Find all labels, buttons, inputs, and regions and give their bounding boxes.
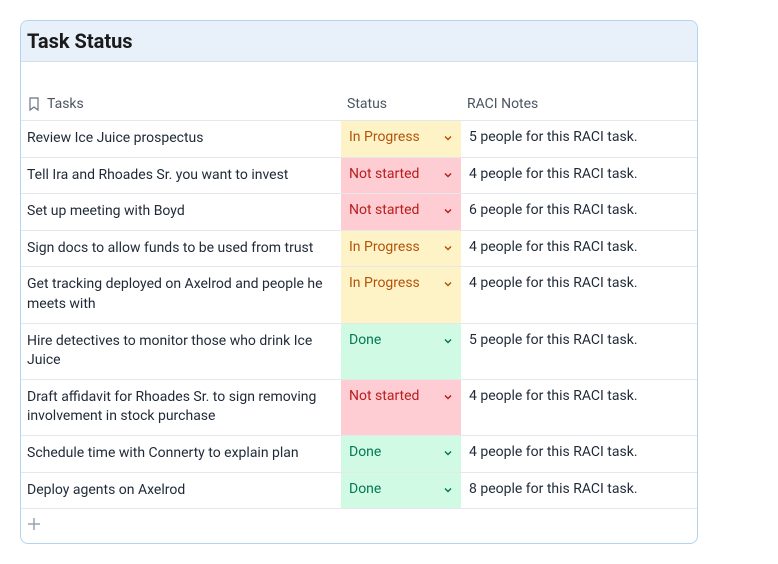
chevron-down-icon: [443, 392, 453, 402]
status-label: In Progress: [349, 239, 420, 255]
chevron-down-icon: [443, 243, 453, 253]
chevron-down-icon: [443, 133, 453, 143]
status-label: Not started: [349, 388, 419, 404]
table-row: Hire detectives to monitor those who dri…: [21, 324, 697, 380]
task-name-cell[interactable]: Tell Ira and Rhoades Sr. you want to inv…: [21, 158, 341, 194]
raci-notes-cell[interactable]: 6 people for this RACI task.: [461, 194, 697, 230]
table-row: Schedule time with Connerty to explain p…: [21, 436, 697, 473]
status-label: In Progress: [349, 275, 420, 291]
task-name-cell[interactable]: Sign docs to allow funds to be used from…: [21, 231, 341, 267]
status-cell[interactable]: In Progress: [341, 121, 461, 157]
raci-notes-cell[interactable]: 4 people for this RACI task.: [461, 231, 697, 267]
status-cell[interactable]: Not started: [341, 194, 461, 230]
chevron-down-icon: [443, 336, 453, 346]
task-name-cell[interactable]: Draft affidavit for Rhoades Sr. to sign …: [21, 380, 341, 435]
column-header-tasks: Tasks: [27, 96, 347, 112]
table-row: Tell Ira and Rhoades Sr. you want to inv…: [21, 158, 697, 195]
raci-notes-cell[interactable]: 4 people for this RACI task.: [461, 380, 697, 435]
table-header-row: Tasks Status RACI Notes: [21, 86, 697, 121]
raci-notes-cell[interactable]: 5 people for this RACI task.: [461, 121, 697, 157]
table-row: Draft affidavit for Rhoades Sr. to sign …: [21, 380, 697, 436]
status-label: Not started: [349, 166, 419, 182]
status-label: Done: [349, 481, 381, 497]
task-name-cell[interactable]: Deploy agents on Axelrod: [21, 473, 341, 509]
table-row: Sign docs to allow funds to be used from…: [21, 231, 697, 268]
task-name-cell[interactable]: Hire detectives to monitor those who dri…: [21, 324, 341, 379]
bookmark-icon: [27, 96, 41, 112]
task-status-widget: Task Status Tasks Status RACI Notes Revi…: [20, 20, 698, 544]
status-cell[interactable]: Not started: [341, 380, 461, 435]
widget-title: Task Status: [27, 29, 691, 53]
table-row: Review Ice Juice prospectus In Progress 5 …: [21, 121, 697, 158]
plus-icon: [27, 517, 41, 531]
status-cell[interactable]: Not started: [341, 158, 461, 194]
status-cell[interactable]: Done: [341, 436, 461, 472]
status-label: Done: [349, 332, 381, 348]
add-row-button[interactable]: [21, 509, 697, 543]
raci-notes-cell[interactable]: 4 people for this RACI task.: [461, 267, 697, 322]
raci-notes-cell[interactable]: 5 people for this RACI task.: [461, 324, 697, 379]
raci-notes-cell[interactable]: 4 people for this RACI task.: [461, 158, 697, 194]
chevron-down-icon: [443, 279, 453, 289]
task-name-cell[interactable]: Set up meeting with Boyd: [21, 194, 341, 230]
status-label: In Progress: [349, 129, 420, 145]
table-row: Deploy agents on Axelrod Done 8 people for…: [21, 473, 697, 510]
chevron-down-icon: [443, 206, 453, 216]
rows-container: Review Ice Juice prospectus In Progress 5 …: [21, 121, 697, 509]
status-label: Done: [349, 444, 381, 460]
chevron-down-icon: [443, 170, 453, 180]
chevron-down-icon: [443, 485, 453, 495]
status-cell[interactable]: Done: [341, 473, 461, 509]
table-row: Set up meeting with Boyd Not started 6 peo…: [21, 194, 697, 231]
column-header-status: Status: [347, 96, 467, 112]
task-name-cell[interactable]: Get tracking deployed on Axelrod and peo…: [21, 267, 341, 322]
table-row: Get tracking deployed on Axelrod and peo…: [21, 267, 697, 323]
task-name-cell[interactable]: Schedule time with Connerty to explain p…: [21, 436, 341, 472]
status-label: Not started: [349, 202, 419, 218]
widget-header: Task Status: [21, 21, 697, 62]
raci-notes-cell[interactable]: 4 people for this RACI task.: [461, 436, 697, 472]
chevron-down-icon: [443, 448, 453, 458]
status-cell[interactable]: In Progress: [341, 231, 461, 267]
status-cell[interactable]: In Progress: [341, 267, 461, 322]
task-name-cell[interactable]: Review Ice Juice prospectus: [21, 121, 341, 157]
column-header-raci: RACI Notes: [467, 96, 691, 112]
raci-notes-cell[interactable]: 8 people for this RACI task.: [461, 473, 697, 509]
column-header-tasks-label: Tasks: [47, 96, 84, 112]
status-cell[interactable]: Done: [341, 324, 461, 379]
